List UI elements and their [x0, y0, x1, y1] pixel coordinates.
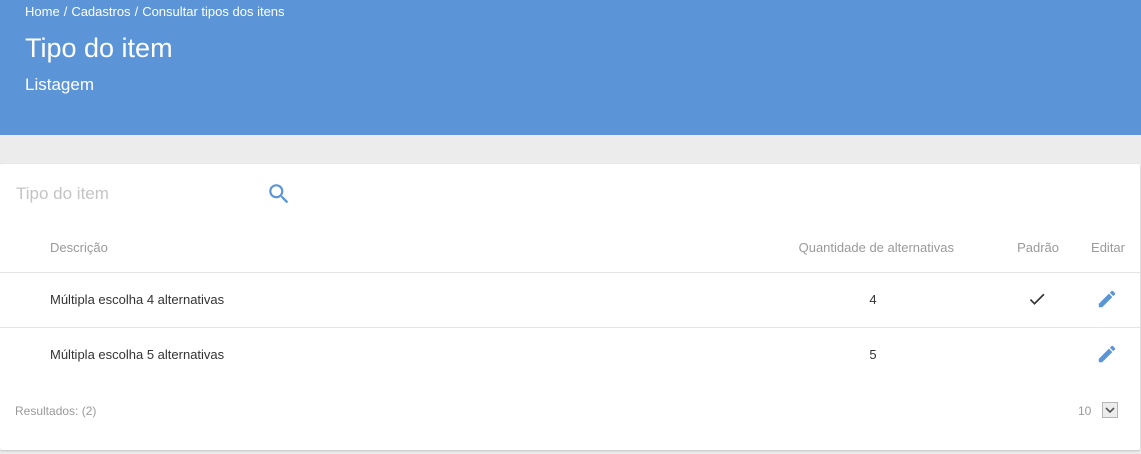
edit-button[interactable]	[1096, 343, 1118, 365]
check-icon	[1027, 289, 1047, 309]
pencil-icon	[1098, 345, 1116, 363]
column-header-editar: Editar	[1091, 240, 1125, 255]
chevron-down-icon	[1105, 407, 1115, 414]
search-icon	[269, 184, 289, 204]
pencil-icon	[1098, 290, 1116, 308]
breadcrumb-separator: /	[63, 4, 68, 19]
column-header-descricao[interactable]: Descrição	[50, 240, 108, 255]
breadcrumb-current: Consultar tipos dos itens	[142, 4, 285, 19]
breadcrumb: Home / Cadastros / Consultar tipos dos itens	[25, 4, 285, 19]
page-title: Tipo do item	[25, 33, 173, 63]
results-count: Resultados: (2)	[15, 404, 97, 418]
page-subtitle: Listagem	[25, 75, 94, 94]
listing-card: Descrição Quantidade de alternativas Pad…	[0, 164, 1140, 450]
search-input[interactable]	[16, 182, 256, 206]
table-row[interactable]: Múltipla escolha 5 alternativas 5	[0, 327, 1140, 382]
row-quantidade: 5	[869, 347, 877, 362]
breadcrumb-home[interactable]: Home	[25, 4, 60, 19]
row-quantidade: 4	[869, 292, 877, 307]
column-header-quantidade[interactable]: Quantidade de alternativas	[799, 240, 954, 255]
breadcrumb-cadastros[interactable]: Cadastros	[71, 4, 130, 19]
page-size-select[interactable]	[1102, 402, 1118, 418]
column-header-padrao[interactable]: Padrão	[1017, 240, 1059, 255]
page-header: Home / Cadastros / Consultar tipos dos itens…	[0, 0, 1141, 135]
edit-button[interactable]	[1096, 288, 1118, 310]
table-row[interactable]: Múltipla escolha 4 alternativas 4	[0, 272, 1140, 327]
search-button[interactable]	[266, 181, 292, 207]
page-size-value: 10	[1078, 404, 1092, 418]
breadcrumb-separator: /	[134, 4, 139, 19]
row-descricao: Múltipla escolha 4 alternativas	[50, 292, 225, 307]
row-descricao: Múltipla escolha 5 alternativas	[50, 347, 225, 362]
